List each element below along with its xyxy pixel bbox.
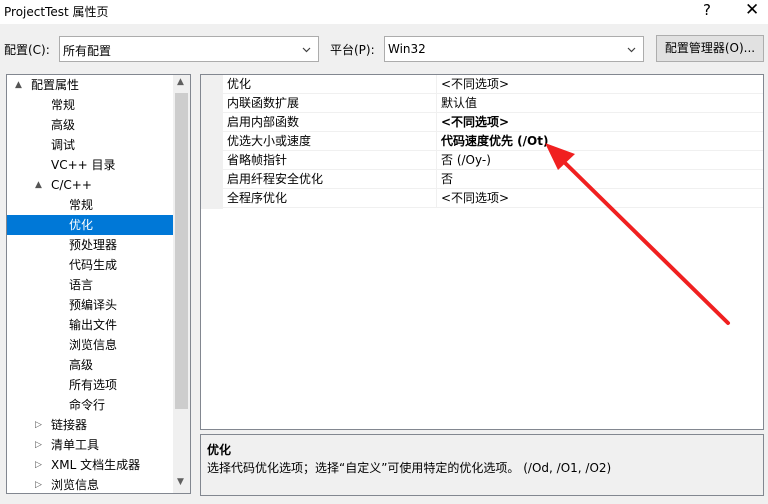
description-text: 选择代码优化选项；选择“自定义”可使用特定的优化选项。 (/Od, /O1, /… — [207, 461, 612, 475]
tree-item-label: VC++ 目录 — [51, 158, 116, 172]
tree-item[interactable]: 优化 — [7, 215, 173, 235]
tree-item-label: 高级 — [69, 358, 94, 372]
tree-item[interactable]: 浏览信息 — [7, 335, 173, 355]
property-row[interactable]: 启用纤程安全优化否 — [223, 170, 763, 189]
tree-item-label: 所有选项 — [69, 378, 118, 392]
tree-item-label: 高级 — [51, 118, 76, 132]
tree-item-label: 输出文件 — [69, 318, 118, 332]
tree-item[interactable]: ▷ 浏览信息 — [7, 475, 173, 493]
tree-item-label: 浏览信息 — [69, 338, 118, 352]
property-row[interactable]: 启用内部函数 <不同选项> — [223, 113, 763, 132]
window-title: ProjectTest 属性页 — [4, 5, 109, 19]
config-manager-button[interactable]: 配置管理器(O)... — [656, 35, 764, 62]
chevron-down-icon — [302, 47, 311, 53]
property-value[interactable]: 否 — [437, 170, 763, 189]
description-panel: 优化 选择代码优化选项；选择“自定义”可使用特定的优化选项。 (/Od, /O1… — [200, 434, 764, 496]
property-value[interactable]: <不同选项> — [437, 189, 763, 208]
tree-item-label: 语言 — [69, 278, 94, 292]
collapse-arrow-icon[interactable]: ▲ — [35, 175, 45, 195]
property-value[interactable]: 代码速度优先 (/Ot) — [437, 132, 763, 151]
grid-margin — [201, 75, 223, 209]
description-title: 优化 — [207, 443, 232, 457]
expand-arrow-icon[interactable]: ▷ — [35, 435, 45, 455]
tree-item-label: XML 文档生成器 — [51, 458, 141, 472]
platform-label: 平台(P): — [330, 43, 375, 57]
tree-item-label: 预处理器 — [69, 238, 118, 252]
property-row[interactable]: 全程序优化 <不同选项> — [223, 189, 763, 208]
tree-item[interactable]: 语言 — [7, 275, 173, 295]
property-tree[interactable]: ▲ 配置属性 常规 高级 调试 VC++ 目录 ▲ C/C++ 常规 优化 预处理器 代码生成 语言 预编… — [6, 74, 191, 494]
property-name: 启用内部函数 — [223, 113, 437, 132]
title-bar: ProjectTest 属性页 ? ✕ — [0, 0, 768, 24]
help-button[interactable]: ? — [703, 1, 711, 19]
tree-item-label: 预编译头 — [69, 298, 118, 312]
tree-item[interactable]: ▲ C/C++ — [7, 175, 173, 195]
tree-item[interactable]: 所有选项 — [7, 375, 173, 395]
tree-item-label: 调试 — [51, 138, 76, 152]
expand-arrow-icon[interactable]: ▷ — [35, 475, 45, 493]
tree-item[interactable]: 常规 — [7, 195, 173, 215]
tree-item-label: 配置属性 — [31, 78, 80, 92]
property-value[interactable]: 默认值 — [437, 94, 763, 113]
property-name: 省略帧指针 — [223, 151, 437, 170]
tree-item[interactable]: 预处理器 — [7, 235, 173, 255]
tree-item[interactable]: 预编译头 — [7, 295, 173, 315]
config-value: 所有配置 — [63, 44, 112, 58]
tree-item-label: C/C++ — [51, 178, 92, 192]
tree-item[interactable]: 调试 — [7, 135, 173, 155]
tree-item[interactable]: ▷ 链接器 — [7, 415, 173, 435]
property-name: 优化 — [223, 75, 437, 94]
property-name: 优选大小或速度 — [223, 132, 437, 151]
tree-item-label: 常规 — [69, 198, 94, 212]
property-row[interactable]: 省略帧指针否 (/Oy-) — [223, 151, 763, 170]
platform-combo[interactable]: Win32 — [384, 36, 644, 62]
tree-item-label: 优化 — [69, 218, 94, 232]
property-name: 内联函数扩展 — [223, 94, 437, 113]
tree-item[interactable]: 常规 — [7, 95, 173, 115]
property-name: 启用纤程安全优化 — [223, 170, 437, 189]
tree-item-label: 浏览信息 — [51, 478, 100, 492]
tree-item-label: 链接器 — [51, 418, 88, 432]
tree-item-label: 命令行 — [69, 398, 106, 412]
expand-arrow-icon[interactable]: ▷ — [35, 455, 45, 475]
tree-item[interactable]: 高级 — [7, 115, 173, 135]
property-value[interactable]: <不同选项> — [437, 113, 763, 132]
tree-item[interactable]: 输出文件 — [7, 315, 173, 335]
property-value[interactable]: 否 (/Oy-) — [437, 151, 763, 170]
config-label: 配置(C): — [4, 43, 50, 57]
collapse-arrow-icon[interactable]: ▲ — [15, 75, 25, 95]
tree-item[interactable]: 高级 — [7, 355, 173, 375]
scroll-up-icon[interactable]: ▲ — [177, 77, 184, 87]
scroll-down-icon[interactable]: ▼ — [177, 477, 184, 487]
tree-item[interactable]: VC++ 目录 — [7, 155, 173, 175]
tree-item[interactable]: ▷ 清单工具 — [7, 435, 173, 455]
chevron-down-icon — [627, 47, 636, 53]
property-value[interactable]: <不同选项> — [437, 75, 763, 94]
config-combo[interactable]: 所有配置 — [59, 36, 319, 62]
tree-item-label: 代码生成 — [69, 258, 118, 272]
tree-scrollbar[interactable]: ▲ ▼ — [173, 75, 190, 493]
property-row[interactable]: 优化 <不同选项> — [223, 75, 763, 94]
property-row[interactable]: 内联函数扩展 默认值 — [223, 94, 763, 113]
expand-arrow-icon[interactable]: ▷ — [35, 415, 45, 435]
property-grid[interactable]: 优化 <不同选项> 内联函数扩展 默认值 启用内部函数 <不同选项> 优选大小或速度 代码速度… — [200, 74, 764, 430]
tree-item[interactable]: ▷ XML 文档生成器 — [7, 455, 173, 475]
platform-value: Win32 — [388, 42, 426, 56]
tree-item-label: 常规 — [51, 98, 76, 112]
property-row[interactable]: 优选大小或速度 代码速度优先 (/Ot) — [223, 132, 763, 151]
close-button[interactable]: ✕ — [745, 0, 759, 20]
tree-item[interactable]: 代码生成 — [7, 255, 173, 275]
tree-item[interactable]: 命令行 — [7, 395, 173, 415]
tree-item[interactable]: ▲ 配置属性 — [7, 75, 173, 95]
tree-item-label: 清单工具 — [51, 438, 100, 452]
property-name: 全程序优化 — [223, 189, 437, 208]
scroll-thumb[interactable] — [175, 93, 188, 409]
